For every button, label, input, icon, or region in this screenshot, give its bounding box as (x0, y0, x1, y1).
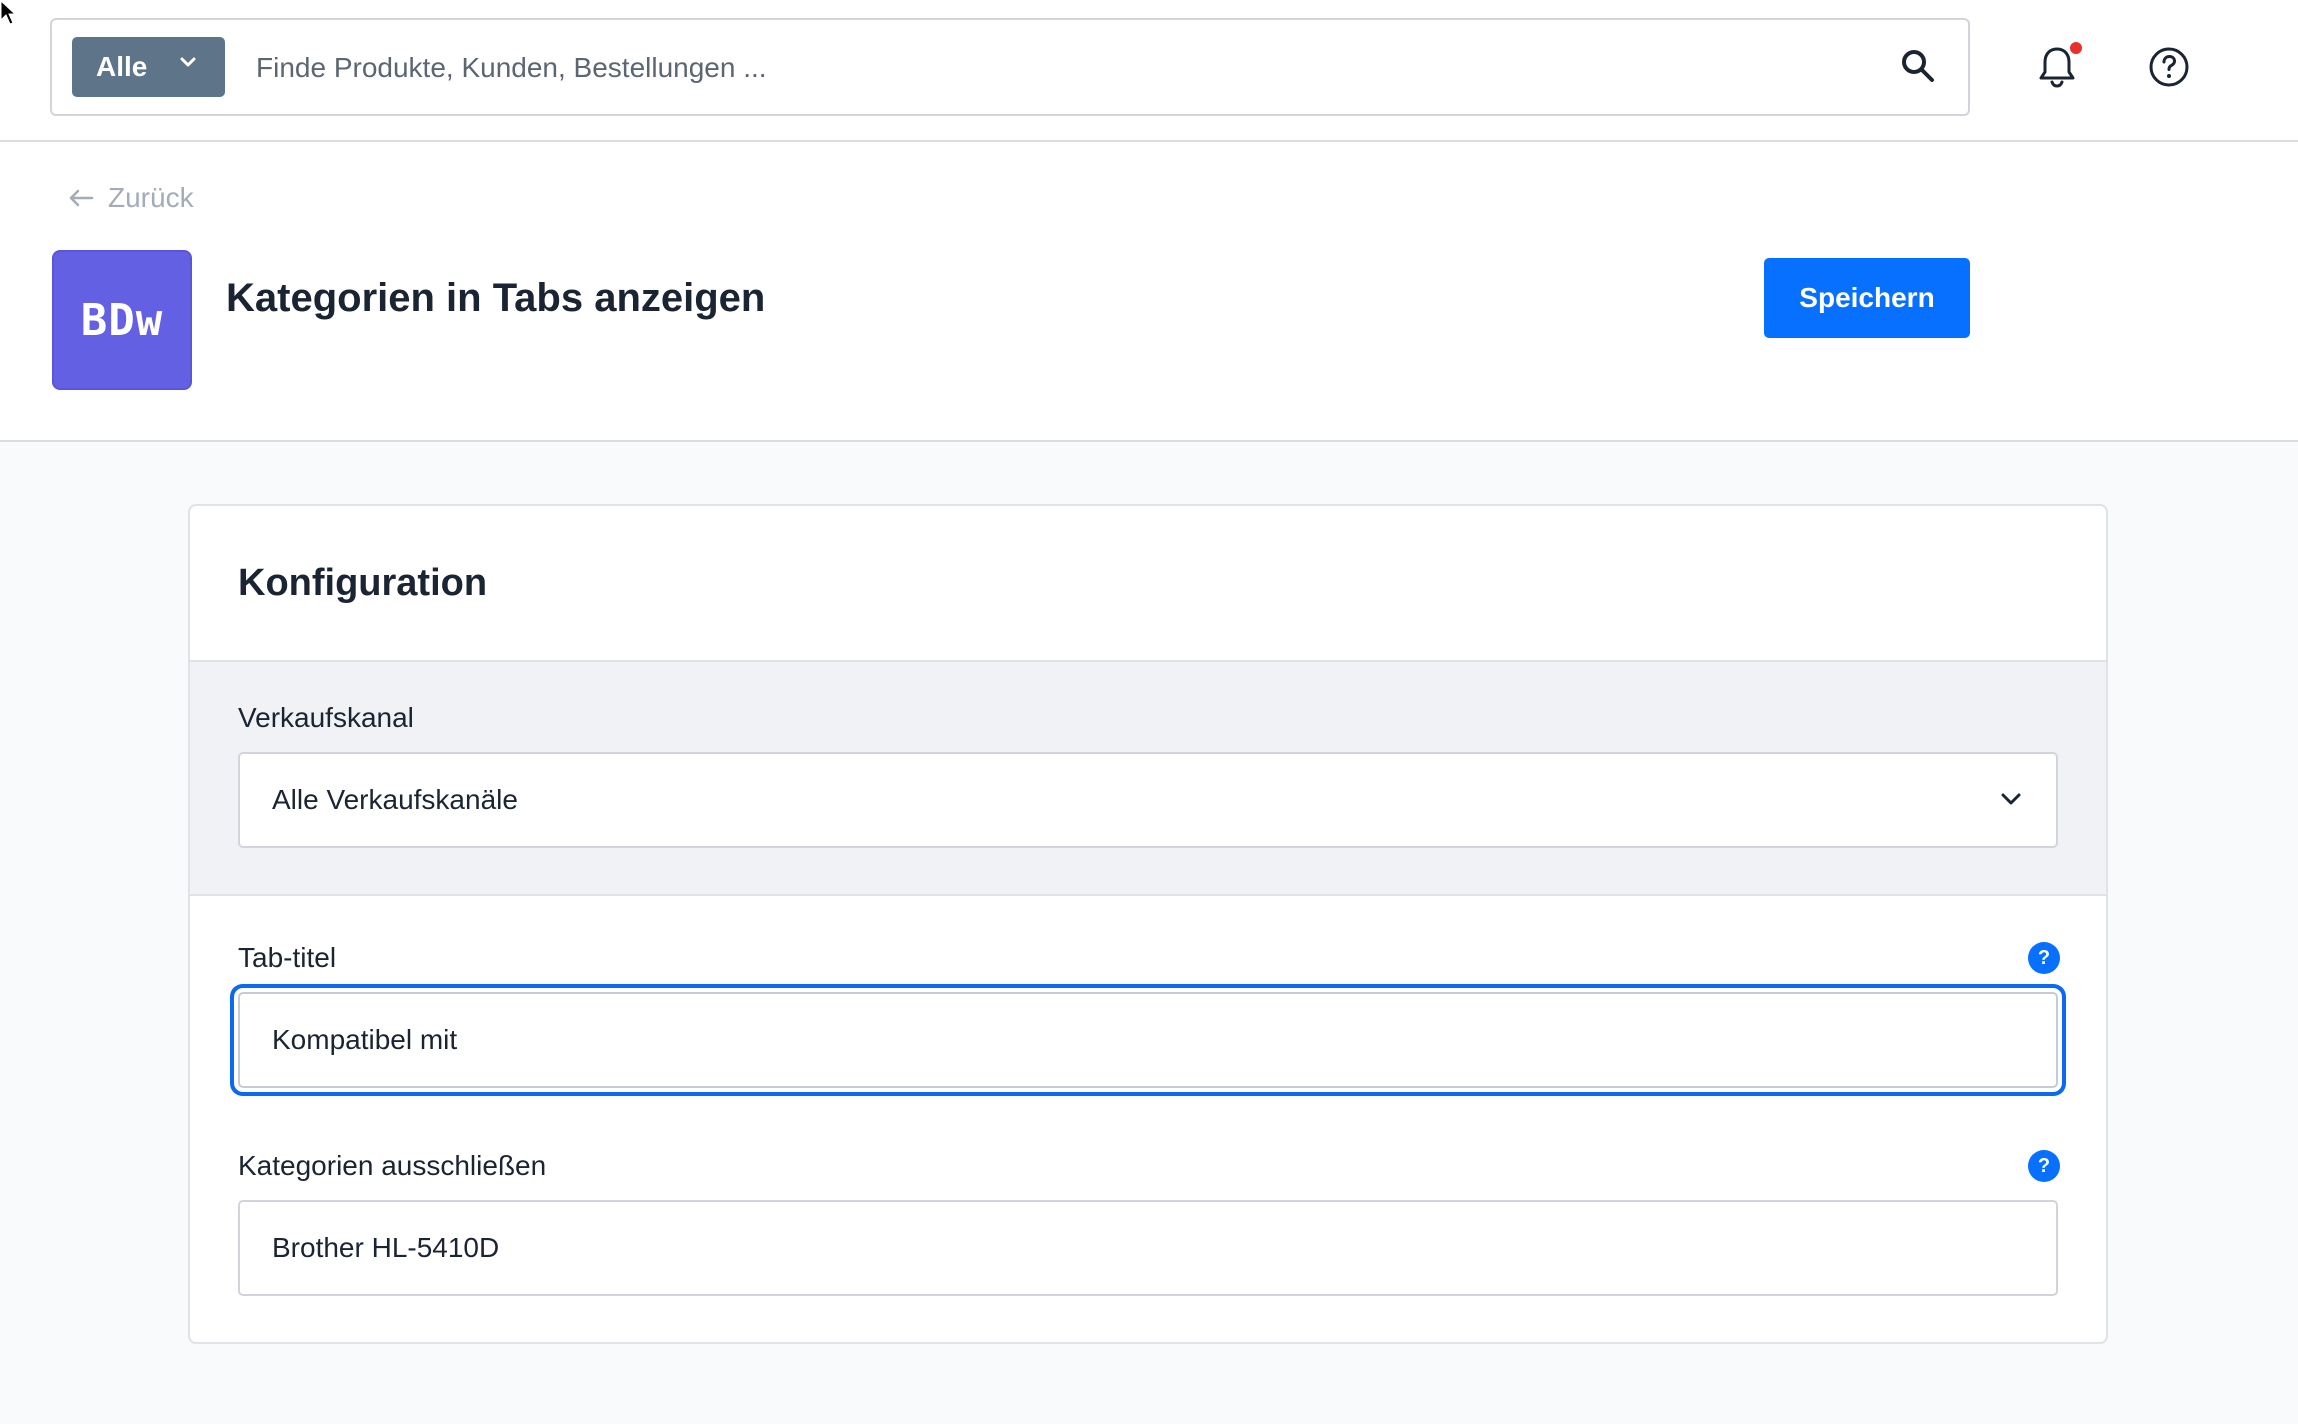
configuration-card: Konfiguration Verkaufskanal Alle Verkauf… (188, 504, 2108, 1344)
tab-title-label: Tab-titel (238, 942, 337, 973)
tab-title-help-icon[interactable]: ? (2028, 942, 2060, 974)
back-label: Zurück (108, 182, 194, 213)
top-bar: Alle (0, 0, 2298, 142)
arrow-left-icon (69, 189, 94, 207)
back-link[interactable]: Zurück (68, 178, 194, 218)
notification-dot (2070, 42, 2082, 54)
sales-channel-section: Verkaufskanal Alle Verkaufskanäle (190, 662, 2106, 896)
search-icon[interactable] (1900, 48, 1936, 84)
help-circle-icon[interactable] (2148, 46, 2190, 88)
app-logo: BDw (52, 250, 192, 390)
card-title: Konfiguration (238, 562, 488, 604)
sales-channel-value: Alle Verkaufskanäle (272, 784, 518, 815)
page-header: Zurück BDw Kategorien in Tabs anzeigen S… (0, 142, 2298, 442)
search-input[interactable] (256, 40, 1856, 96)
search-scope-label: Alle (96, 51, 148, 82)
search-scope-dropdown[interactable]: Alle (72, 37, 225, 97)
chevron-down-icon (180, 57, 196, 67)
sales-channel-label: Verkaufskanal (238, 702, 414, 733)
exclude-categories-help-icon[interactable]: ? (2028, 1150, 2060, 1182)
exclude-categories-input[interactable] (238, 1200, 2058, 1296)
tab-title-input[interactable] (238, 992, 2058, 1088)
mouse-cursor-icon (0, 0, 16, 25)
save-button[interactable]: Speichern (1764, 258, 1970, 338)
sales-channel-select[interactable]: Alle Verkaufskanäle (238, 752, 2058, 848)
exclude-categories-label: Kategorien ausschließen (238, 1150, 547, 1181)
page-title: Kategorien in Tabs anzeigen (226, 276, 766, 320)
chevron-down-icon (2001, 793, 2021, 805)
global-search: Alle (50, 18, 1970, 116)
